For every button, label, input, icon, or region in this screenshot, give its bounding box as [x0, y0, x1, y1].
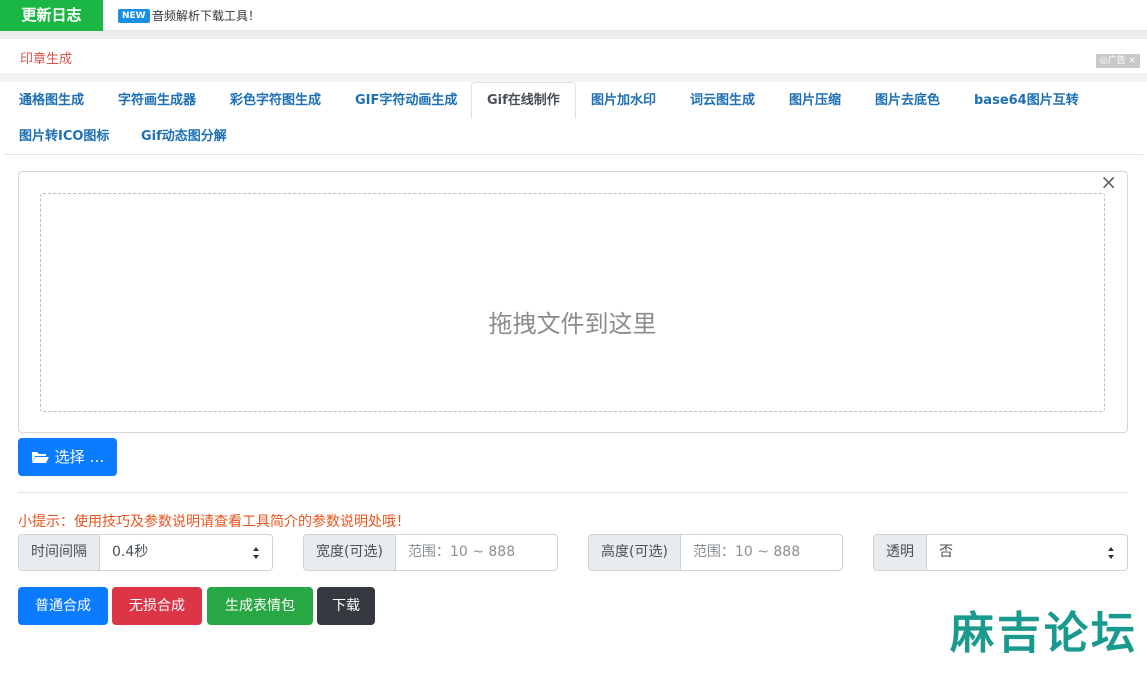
upload-card: × 拖拽文件到这里 [18, 171, 1128, 433]
ad-label: 广告 [1107, 56, 1126, 66]
interval-value: 0.4秒 [112, 544, 149, 560]
interval-select[interactable]: 0.4秒 [100, 534, 273, 571]
select-caret-icon [1108, 547, 1114, 559]
tab-color-ascii[interactable]: 彩色字符图生成 [215, 83, 336, 119]
tool-tabs: 通格图生成 字符画生成器 彩色字符图生成 GIF字符动画生成 Gif在线制作 图… [4, 82, 1143, 155]
tab-watermark[interactable]: 图片加水印 [576, 83, 671, 119]
new-badge: NEW [118, 9, 150, 23]
interval-group: 时间间隔 0.4秒 [18, 534, 273, 571]
select-file-button[interactable]: 选择 … [18, 438, 117, 476]
tab-remove-bg[interactable]: 图片去底色 [860, 83, 955, 119]
transparent-label: 透明 [873, 534, 927, 571]
download-button[interactable]: 下载 [317, 587, 375, 625]
tab-gif-maker[interactable]: Gif在线制作 [471, 82, 576, 119]
tab-word-cloud[interactable]: 词云图生成 [675, 83, 770, 119]
generate-emoji-button[interactable]: 生成表情包 [207, 587, 313, 625]
select-file-label: 选择 … [54, 448, 105, 466]
select-caret-icon [253, 547, 259, 559]
tip-text: 小提示：使用技巧及参数说明请查看工具简介的参数说明处哦！ [18, 514, 410, 530]
tab-ico[interactable]: 图片转ICO图标 [4, 119, 124, 155]
news-link[interactable]: 音频解析下载工具！ [152, 8, 260, 24]
tab-gif-ascii[interactable]: GIF字符动画生成 [340, 83, 472, 119]
height-input[interactable]: 范围：10 ~ 888 [680, 534, 843, 571]
lossless-compose-button[interactable]: 无损合成 [112, 587, 202, 625]
normal-compose-button[interactable]: 普通合成 [18, 587, 108, 625]
interval-label: 时间间隔 [18, 534, 100, 571]
ad-badge[interactable]: ◎广告 × [1095, 54, 1140, 68]
close-icon[interactable]: × [1100, 172, 1117, 192]
tab-gif-split[interactable]: Gif动态图分解 [126, 119, 242, 155]
ad-info-icon: ◎ [1099, 56, 1108, 66]
header-shadow-strip [0, 31, 1147, 39]
transparent-value: 否 [939, 544, 953, 560]
drop-zone-text: 拖拽文件到这里 [488, 310, 657, 338]
tab-compress[interactable]: 图片压缩 [774, 83, 856, 119]
ad-close-icon[interactable]: × [1126, 56, 1136, 66]
forum-watermark: 麻吉论坛 [950, 608, 1138, 659]
divider [18, 492, 1128, 493]
sub-bar: 印章生成 ◎广告 × [4, 39, 1143, 73]
seal-generator-link[interactable]: 印章生成 [20, 48, 72, 67]
height-group: 高度(可选) 范围：10 ~ 888 [588, 534, 843, 571]
drop-zone[interactable]: 拖拽文件到这里 [40, 193, 1105, 412]
width-group: 宽度(可选) 范围：10 ~ 888 [303, 534, 558, 571]
tab-base64[interactable]: base64图片互转 [959, 83, 1094, 119]
width-input[interactable]: 范围：10 ~ 888 [395, 534, 558, 571]
tab-grid-image[interactable]: 通格图生成 [4, 83, 99, 119]
changelog-button[interactable]: 更新日志 [0, 0, 103, 31]
top-bar: 更新日志 NEW 音频解析下载工具！ [0, 0, 1147, 31]
tab-ascii-art[interactable]: 字符画生成器 [103, 83, 211, 119]
transparent-select[interactable]: 否 [927, 534, 1128, 571]
transparent-group: 透明 否 [873, 534, 1128, 571]
width-label: 宽度(可选) [303, 534, 396, 571]
section-separator [0, 73, 1147, 82]
height-label: 高度(可选) [588, 534, 681, 571]
folder-open-icon [31, 452, 49, 463]
